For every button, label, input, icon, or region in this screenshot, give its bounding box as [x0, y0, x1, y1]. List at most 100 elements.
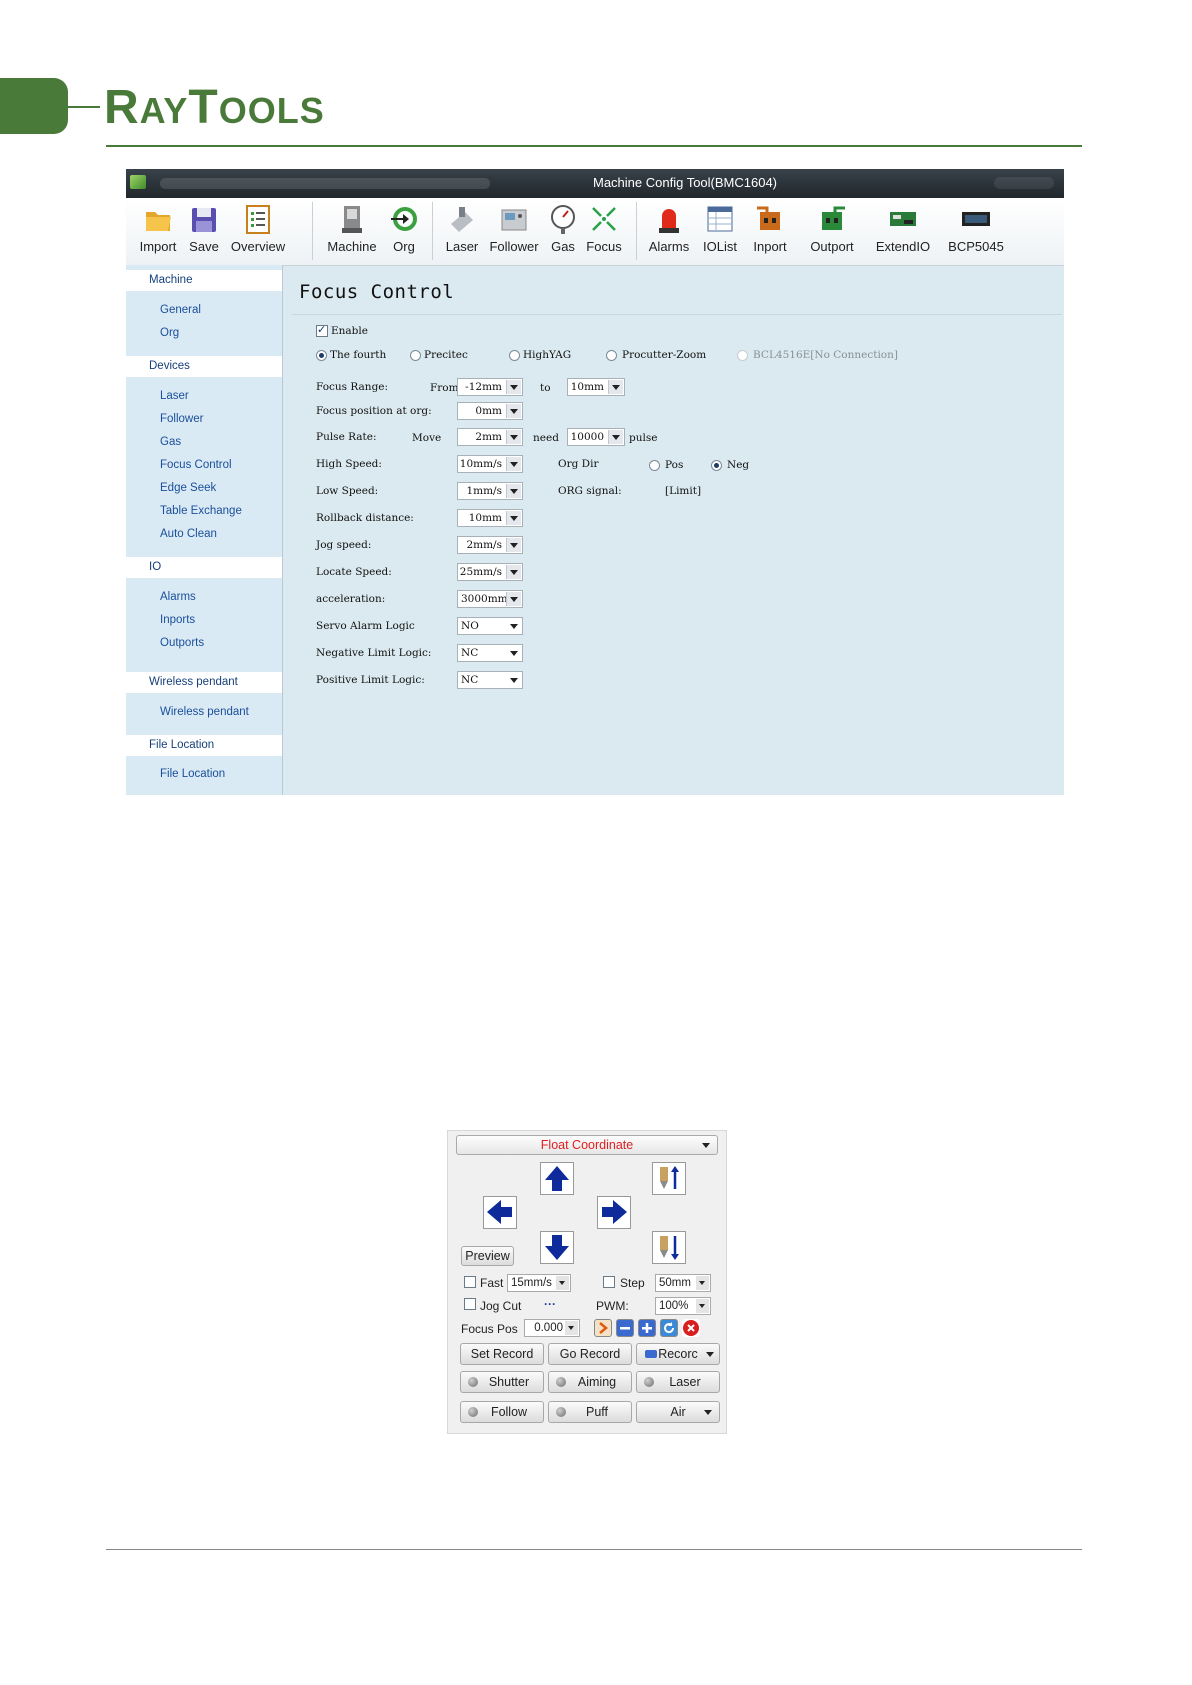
- focus-go-button[interactable]: [594, 1319, 612, 1337]
- pwm-select[interactable]: 100%: [655, 1297, 711, 1315]
- aiming-button[interactable]: Aiming: [548, 1371, 632, 1393]
- radio-procutter-zoom[interactable]: [606, 350, 617, 361]
- air-menu-button[interactable]: Air: [636, 1401, 720, 1423]
- sidebar-item-follower[interactable]: Follower: [160, 413, 203, 425]
- positive-limit-logic-select[interactable]: NC: [457, 671, 523, 689]
- sidebar-group-wireless-pendant[interactable]: Wireless pendant: [126, 672, 282, 693]
- chevron-down-icon: [506, 511, 521, 525]
- z-down-button[interactable]: [652, 1231, 686, 1264]
- chevron-down-icon: [506, 592, 521, 606]
- focus-position-org-select[interactable]: 0mm: [457, 402, 523, 420]
- shutter-button[interactable]: Shutter: [460, 1371, 544, 1393]
- step-distance-select[interactable]: 50mm: [655, 1274, 711, 1292]
- jog-cut-options-button[interactable]: ···: [544, 1297, 556, 1311]
- jog-control-panel: Float Coordinate Preview Fast 15mm/s Ste…: [447, 1130, 727, 1434]
- table-list-icon: [707, 206, 733, 232]
- record-menu-button[interactable]: Recorc: [636, 1343, 720, 1365]
- chevron-down-icon: [507, 673, 521, 687]
- radio-precitec[interactable]: [410, 350, 421, 361]
- focus-refresh-button[interactable]: [660, 1319, 678, 1337]
- iolist-button[interactable]: IOList: [698, 202, 742, 254]
- focus-minus-button[interactable]: [616, 1319, 634, 1337]
- sidebar-group-machine[interactable]: Machine: [126, 270, 282, 291]
- title-divider: [292, 314, 1062, 315]
- jog-up-button[interactable]: [540, 1162, 574, 1195]
- jog-left-button[interactable]: [483, 1196, 517, 1229]
- sidebar-item-wireless-pendant[interactable]: Wireless pendant: [160, 706, 249, 718]
- save-button[interactable]: Save: [186, 202, 222, 254]
- set-record-button[interactable]: Set Record: [460, 1343, 544, 1365]
- window-controls[interactable]: [994, 177, 1054, 189]
- arrow-up-icon: [545, 1166, 569, 1191]
- puff-button[interactable]: Puff: [548, 1401, 632, 1423]
- radio-the-fourth[interactable]: [316, 350, 327, 361]
- header-rule: [106, 145, 1082, 147]
- servo-alarm-logic-select[interactable]: NO: [457, 617, 523, 635]
- jog-down-button[interactable]: [540, 1231, 574, 1264]
- alarms-button[interactable]: Alarms: [646, 202, 692, 254]
- high-speed-select[interactable]: 10mm/s: [457, 455, 523, 473]
- focus-range-to-select[interactable]: 10mm: [567, 378, 625, 396]
- focus-plus-button[interactable]: [638, 1319, 656, 1337]
- negative-limit-logic-select[interactable]: NC: [457, 644, 523, 662]
- laser-button[interactable]: Laser: [636, 1371, 720, 1393]
- enable-checkbox[interactable]: [316, 323, 328, 337]
- chevron-down-icon: [506, 404, 521, 418]
- sidebar-item-edge-seek[interactable]: Edge Seek: [160, 482, 216, 494]
- sidebar-item-laser[interactable]: Laser: [160, 390, 189, 402]
- sidebar-item-auto-clean[interactable]: Auto Clean: [160, 528, 217, 540]
- import-button[interactable]: Import: [136, 202, 180, 254]
- acceleration-select[interactable]: 3000mm/:: [457, 590, 523, 608]
- fast-speed-select[interactable]: 15mm/s: [507, 1274, 571, 1292]
- jog-right-button[interactable]: [597, 1196, 631, 1229]
- pulse-move-select[interactable]: 2mm: [457, 428, 523, 446]
- radio-bcl4516e[interactable]: [737, 350, 748, 361]
- focus-range-from-select[interactable]: -12mm: [457, 378, 523, 396]
- outport-button[interactable]: Outport: [802, 202, 862, 254]
- sidebar-item-gas[interactable]: Gas: [160, 436, 181, 448]
- sidebar-item-table-exchange[interactable]: Table Exchange: [160, 505, 242, 517]
- sidebar-item-outports[interactable]: Outports: [160, 637, 204, 649]
- org-button[interactable]: Org: [388, 202, 420, 254]
- low-speed-select[interactable]: 1mm/s: [457, 482, 523, 500]
- focus-button[interactable]: Focus: [582, 202, 626, 254]
- locate-speed-select[interactable]: 25mm/s: [457, 563, 523, 581]
- step-label: Step: [620, 1276, 645, 1290]
- rollback-distance-select[interactable]: 10mm: [457, 509, 523, 527]
- panel-display-icon: [962, 212, 990, 226]
- bcp5045-button[interactable]: BCP5045: [944, 202, 1008, 254]
- sidebar-item-alarms[interactable]: Alarms: [160, 591, 196, 603]
- preview-button[interactable]: Preview: [461, 1246, 514, 1266]
- sidebar-item-org[interactable]: Org: [160, 327, 179, 339]
- jog-speed-select[interactable]: 2mm/s: [457, 536, 523, 554]
- inport-button[interactable]: Inport: [748, 202, 792, 254]
- sidebar-item-focus-control[interactable]: Focus Control: [160, 459, 232, 471]
- pulse-need-select[interactable]: 10000: [567, 428, 625, 446]
- follow-button[interactable]: Follow: [460, 1401, 544, 1423]
- radio-highyag[interactable]: [509, 350, 520, 361]
- coordinate-select[interactable]: Float Coordinate: [456, 1135, 718, 1155]
- z-up-button[interactable]: [652, 1162, 686, 1195]
- sidebar-group-io[interactable]: IO: [126, 557, 282, 578]
- radio-org-dir-pos[interactable]: [649, 460, 660, 471]
- radio-org-dir-neg[interactable]: [711, 460, 722, 471]
- focus-cancel-button[interactable]: [682, 1319, 700, 1337]
- step-checkbox[interactable]: [603, 1276, 615, 1288]
- machine-button[interactable]: Machine: [322, 202, 382, 254]
- nozzle-up-icon: [660, 1166, 679, 1189]
- overview-button[interactable]: Overview: [226, 202, 290, 254]
- sidebar-item-inports[interactable]: Inports: [160, 614, 195, 626]
- sidebar-nav: Machine General Org Devices Laser Follow…: [126, 265, 283, 795]
- jog-cut-checkbox[interactable]: [464, 1298, 476, 1310]
- sidebar-group-file-location[interactable]: File Location: [126, 735, 282, 756]
- sidebar-group-devices[interactable]: Devices: [126, 356, 282, 377]
- laser-button[interactable]: Laser: [442, 202, 482, 254]
- sidebar-item-file-location[interactable]: File Location: [160, 768, 225, 780]
- sidebar-item-general[interactable]: General: [160, 304, 201, 316]
- focus-pos-select[interactable]: 0.000: [524, 1319, 580, 1337]
- go-record-button[interactable]: Go Record: [548, 1343, 632, 1365]
- extendio-button[interactable]: ExtendIO: [868, 202, 938, 254]
- fast-checkbox[interactable]: [464, 1276, 476, 1288]
- follower-button[interactable]: Follower: [486, 202, 542, 254]
- gas-button[interactable]: Gas: [548, 202, 578, 254]
